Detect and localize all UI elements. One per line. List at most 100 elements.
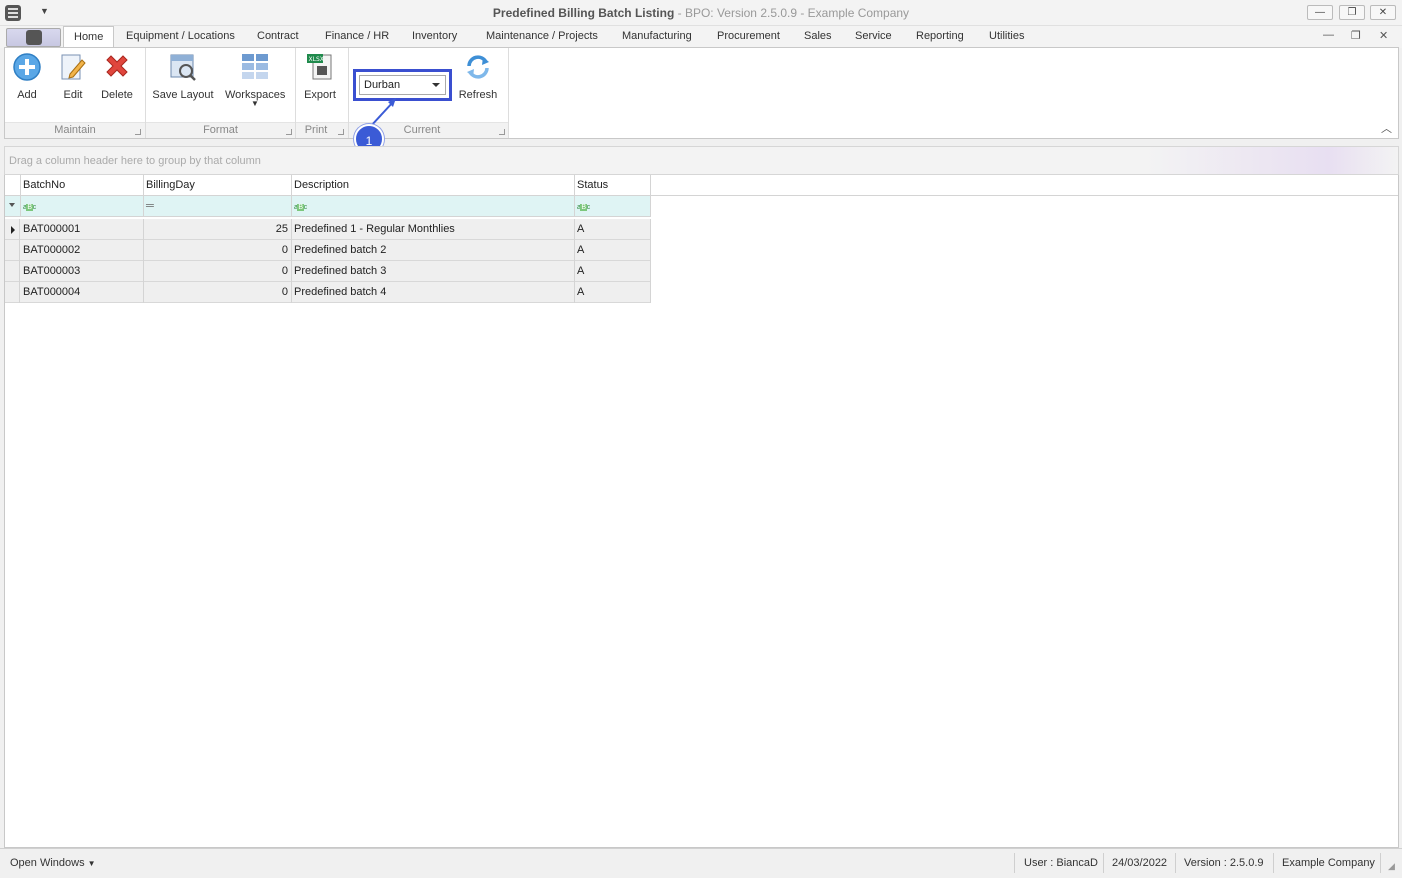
group-label-format: Format: [203, 124, 238, 136]
cell-status[interactable]: A: [574, 261, 651, 282]
application-menu-button[interactable]: [6, 28, 61, 47]
column-header-status[interactable]: Status: [574, 175, 651, 196]
status-separator: [1103, 853, 1104, 873]
tab-maintenance-projects[interactable]: Maintenance / Projects: [486, 30, 598, 42]
minimize-button[interactable]: —: [1307, 5, 1333, 20]
table-row[interactable]: BAT000002 0 Predefined batch 2 A: [5, 240, 651, 261]
tab-manufacturing[interactable]: Manufacturing: [622, 30, 692, 42]
current-launcher-icon[interactable]: [499, 129, 505, 135]
format-launcher-icon[interactable]: [286, 129, 292, 135]
workspaces-button[interactable]: Workspaces ▼: [225, 52, 285, 108]
status-separator: [1014, 853, 1015, 873]
status-date: 24/03/2022: [1112, 857, 1168, 869]
chevron-down-icon[interactable]: [432, 83, 440, 87]
filter-cell-status[interactable]: aBc: [574, 196, 651, 217]
workspaces-chevron-down-icon: ▼: [251, 99, 259, 108]
maximize-button[interactable]: ❐: [1339, 5, 1365, 20]
tab-utilities[interactable]: Utilities: [989, 30, 1024, 42]
row-indicator[interactable]: [5, 219, 20, 240]
mdi-restore-button[interactable]: ❐: [1351, 29, 1361, 42]
maintain-launcher-icon[interactable]: [135, 129, 141, 135]
header-indicator: [5, 175, 21, 196]
tab-inventory[interactable]: Inventory: [412, 30, 457, 42]
table-row[interactable]: BAT000004 0 Predefined batch 4 A: [5, 282, 651, 303]
cell-billingday[interactable]: 25: [143, 219, 292, 240]
group-by-hint: Drag a column header here to group by th…: [9, 155, 261, 167]
add-button[interactable]: Add: [11, 52, 43, 101]
tab-finance-hr[interactable]: Finance / HR: [325, 30, 389, 42]
row-indicator[interactable]: [5, 240, 20, 261]
print-launcher-icon[interactable]: [338, 129, 344, 135]
tab-procurement[interactable]: Procurement: [717, 30, 780, 42]
ribbon-separator: [508, 48, 509, 138]
title-bar: ▼ Predefined Billing Batch Listing - BPO…: [0, 0, 1402, 26]
contains-filter-icon: aBc: [577, 204, 590, 211]
cell-description[interactable]: Predefined batch 3: [291, 261, 575, 282]
cell-status[interactable]: A: [574, 282, 651, 303]
filter-cell-description[interactable]: aBc: [291, 196, 575, 217]
group-by-panel[interactable]: Drag a column header here to group by th…: [4, 146, 1399, 175]
table-row[interactable]: BAT000001 25 Predefined 1 - Regular Mont…: [5, 219, 651, 240]
tab-equipment-locations[interactable]: Equipment / Locations: [126, 30, 235, 42]
branch-select[interactable]: Durban: [359, 75, 446, 95]
tab-service[interactable]: Service: [855, 30, 892, 42]
collapse-ribbon-icon[interactable]: ︿: [1381, 120, 1392, 136]
cell-billingday[interactable]: 0: [143, 261, 292, 282]
tab-sales[interactable]: Sales: [804, 30, 832, 42]
edit-label: Edit: [63, 89, 83, 101]
status-company: Example Company: [1282, 857, 1375, 869]
tab-home[interactable]: Home: [63, 26, 115, 49]
add-icon: [13, 53, 41, 81]
export-label: Export: [304, 89, 336, 101]
cell-batchno[interactable]: BAT000003: [20, 261, 144, 282]
chevron-down-icon: ▼: [87, 859, 96, 868]
mdi-minimize-button[interactable]: —: [1323, 29, 1334, 41]
column-header-description[interactable]: Description: [291, 175, 575, 196]
cell-batchno[interactable]: BAT000004: [20, 282, 144, 303]
refresh-icon: [467, 55, 489, 79]
grid-header-row: BatchNo BillingDay Description Status: [5, 175, 1398, 196]
tab-contract[interactable]: Contract: [257, 30, 299, 42]
cell-status[interactable]: A: [574, 219, 651, 240]
status-user: User : BiancaD: [1024, 857, 1098, 869]
window-title: Predefined Billing Batch Listing - BPO: …: [492, 6, 910, 20]
column-header-batchno[interactable]: BatchNo: [20, 175, 144, 196]
status-version: Version : 2.5.0.9: [1184, 857, 1264, 869]
cell-batchno[interactable]: BAT000002: [20, 240, 144, 261]
group-label-print: Print: [304, 124, 328, 136]
close-button[interactable]: ✕: [1370, 5, 1396, 20]
cell-description[interactable]: Predefined batch 2: [291, 240, 575, 261]
contains-filter-icon: aBc: [294, 204, 307, 211]
filter-cell-billingday[interactable]: ═: [143, 196, 292, 217]
cell-billingday[interactable]: 0: [143, 240, 292, 261]
filter-funnel-icon: [9, 203, 15, 207]
edit-button[interactable]: Edit: [57, 52, 89, 101]
tab-reporting[interactable]: Reporting: [916, 30, 964, 42]
auto-filter-row: aBc ═ aBc aBc: [5, 196, 651, 217]
row-indicator[interactable]: [5, 261, 20, 282]
open-windows-menu[interactable]: Open Windows ▼: [10, 857, 96, 869]
cell-billingday[interactable]: 0: [143, 282, 292, 303]
edit-icon: [61, 54, 86, 80]
cell-description[interactable]: Predefined 1 - Regular Monthlies: [291, 219, 575, 240]
filter-cell-batchno[interactable]: aBc: [20, 196, 144, 217]
refresh-label: Refresh: [458, 89, 498, 101]
cell-description[interactable]: Predefined batch 4: [291, 282, 575, 303]
status-separator: [1273, 853, 1274, 873]
add-label: Add: [17, 89, 37, 101]
resize-grip-icon[interactable]: ◢: [1388, 861, 1395, 872]
cell-status[interactable]: A: [574, 240, 651, 261]
row-indicator[interactable]: [5, 282, 20, 303]
workspaces-icon: [242, 54, 268, 79]
mdi-close-button[interactable]: ✕: [1379, 29, 1388, 42]
filter-indicator: [5, 196, 21, 217]
save-layout-label: Save Layout: [152, 89, 214, 101]
export-button[interactable]: XLSX Export: [302, 52, 338, 101]
column-header-billingday[interactable]: BillingDay: [143, 175, 292, 196]
refresh-button[interactable]: Refresh: [457, 52, 499, 101]
table-row[interactable]: BAT000003 0 Predefined batch 3 A: [5, 261, 651, 282]
cell-batchno[interactable]: BAT000001: [20, 219, 144, 240]
group-label-maintain: Maintain: [54, 124, 96, 136]
save-layout-button[interactable]: Save Layout: [152, 52, 214, 101]
delete-button[interactable]: Delete: [99, 52, 135, 101]
